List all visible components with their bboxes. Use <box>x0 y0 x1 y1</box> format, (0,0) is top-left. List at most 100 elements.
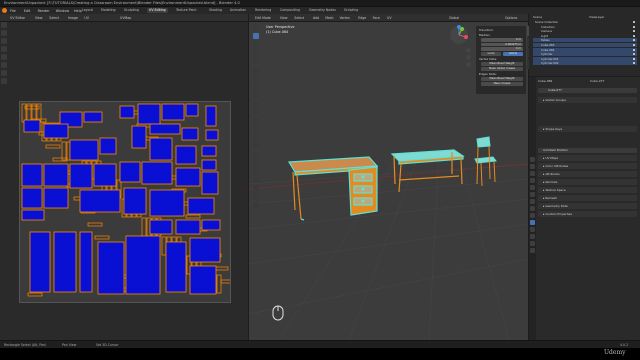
uv-tool-icon[interactable] <box>1 70 7 76</box>
vp-tool-icon[interactable] <box>253 151 259 158</box>
vp-menu-uv[interactable]: UV <box>387 16 392 20</box>
eye-icon[interactable] <box>632 48 635 51</box>
outliner-row[interactable]: Cylinder.002 <box>533 61 637 66</box>
eye-icon[interactable] <box>632 62 635 65</box>
uv-menu-uv[interactable]: UV <box>84 16 89 20</box>
panel-normals[interactable]: ▸ Normals <box>538 179 637 185</box>
vp-tool-icon[interactable] <box>253 32 259 39</box>
menu-edit[interactable]: Edit <box>24 9 31 13</box>
menu-render[interactable]: Render <box>38 9 50 13</box>
outliner-row[interactable]: Scene Collection <box>533 20 637 24</box>
median-y-field[interactable]: 0.064275 m <box>481 42 523 46</box>
local-toggle[interactable]: Local <box>481 52 501 56</box>
median-x-field[interactable]: 0 m <box>481 38 523 42</box>
tab-modeling[interactable]: Modeling <box>99 8 118 13</box>
vp-tool-icon[interactable] <box>253 126 259 132</box>
tab-scripting[interactable]: Scripting <box>342 8 360 13</box>
outliner-row[interactable]: Tables <box>533 38 637 43</box>
vp-tool-icon[interactable] <box>253 109 259 115</box>
panel-texture-space[interactable]: ▸ Texture Space <box>538 187 637 193</box>
uv-tool-icon[interactable] <box>1 30 7 36</box>
blender-logo-icon[interactable] <box>2 8 7 13</box>
camera-icon[interactable] <box>466 62 471 67</box>
global-toggle[interactable]: Global <box>503 52 523 56</box>
properties-tab-icon[interactable] <box>530 213 535 218</box>
zoom-icon[interactable] <box>466 48 471 53</box>
mean-bevel-weight-vertex[interactable]: Mean Bevel Weight <box>481 62 523 66</box>
eye-icon[interactable] <box>632 25 635 28</box>
properties-tab-icon[interactable] <box>530 185 535 190</box>
outliner-row[interactable]: Cylinder.001 <box>533 56 637 61</box>
properties-tab-icon[interactable] <box>530 241 535 246</box>
vp-menu-view[interactable]: View <box>280 16 288 20</box>
menu-file[interactable]: File <box>10 9 16 13</box>
vp-tool-icon[interactable] <box>253 143 259 149</box>
vp-tool-icon[interactable] <box>253 194 259 200</box>
vp-tool-icon[interactable] <box>253 117 259 124</box>
outliner-row[interactable]: Light <box>533 34 637 38</box>
menu-window[interactable]: Window <box>56 9 69 13</box>
properties-tab-icon[interactable] <box>530 178 535 183</box>
gizmo-axis-icon[interactable] <box>448 24 470 46</box>
vp-tool-icon[interactable] <box>253 134 259 141</box>
properties-tab-icon[interactable] <box>530 248 535 253</box>
eye-icon[interactable] <box>632 53 635 56</box>
eye-icon[interactable] <box>632 57 635 60</box>
mean-crease[interactable]: Mean Crease <box>481 82 523 86</box>
vp-menu-add[interactable]: Add <box>313 16 319 20</box>
eye-icon[interactable] <box>632 21 635 23</box>
uv-tool-icon[interactable] <box>1 78 7 84</box>
vp-tool-icon[interactable] <box>253 177 259 183</box>
uv-canvas[interactable] <box>19 101 231 303</box>
vp-tool-icon[interactable] <box>253 185 259 192</box>
properties-tab-icon[interactable] <box>530 234 535 239</box>
vp-tool-icon[interactable] <box>253 49 259 56</box>
vp-tool-icon[interactable] <box>253 24 259 30</box>
vp-menu-face[interactable]: Face <box>373 16 380 20</box>
vp-tool-icon[interactable] <box>253 160 259 166</box>
uv-tool-icon[interactable] <box>1 22 7 28</box>
tab-uv-editing[interactable]: UV Editing <box>147 8 168 13</box>
tab-shading[interactable]: Shading <box>207 8 224 13</box>
properties-tab-icon[interactable] <box>530 199 535 204</box>
vp-menu-edge[interactable]: Edge <box>358 16 366 20</box>
panel-remesh[interactable]: ▸ Remesh <box>538 195 637 201</box>
vp-right-options[interactable]: Options <box>505 16 517 20</box>
tab-geometry-nodes[interactable]: Geometry Nodes <box>307 8 338 13</box>
add-rest-position-button[interactable]: Add Rest Position <box>538 148 637 153</box>
uv-tool-icon[interactable] <box>1 38 7 44</box>
uv-menu-select[interactable]: Select <box>49 16 59 20</box>
tab-texture-paint[interactable]: Texture Paint <box>174 8 199 13</box>
vp-tool-icon[interactable] <box>253 100 259 107</box>
vp-right-global[interactable]: Global <box>449 16 459 20</box>
properties-tab-icon[interactable] <box>530 157 535 162</box>
tab-sculpting[interactable]: Sculpting <box>122 8 141 13</box>
outliner-row[interactable]: Camera <box>533 29 637 33</box>
outliner-row[interactable]: Cube.084 <box>533 47 637 52</box>
eye-icon[interactable] <box>632 44 635 46</box>
tab-layout[interactable]: Layout <box>80 8 95 13</box>
mean-vertex-crease[interactable]: Mean Vertex Crease <box>481 67 523 71</box>
vp-tool-icon[interactable] <box>253 202 259 209</box>
hand-icon[interactable] <box>466 55 471 60</box>
vp-menu-select[interactable]: Select <box>294 16 304 20</box>
uv-menu-view[interactable]: View <box>35 16 43 20</box>
data-name-field[interactable]: Cube.077 <box>590 79 604 83</box>
vp-menu-vertex[interactable]: Vertex <box>340 16 350 20</box>
properties-tab-icon[interactable] <box>530 164 535 169</box>
vp-tool-icon[interactable] <box>253 92 259 98</box>
uv-tool-icon[interactable] <box>1 62 7 68</box>
outliner-row[interactable]: Collection <box>533 25 637 29</box>
panel-vertex-groups[interactable]: ▸ Vertex Groups <box>538 97 637 103</box>
uv-tool-icon[interactable] <box>1 54 7 60</box>
properties-tab-icon[interactable] <box>530 192 535 197</box>
uv-tool-icon[interactable] <box>1 46 7 52</box>
panel-custom-properties[interactable]: ▸ Custom Properties <box>538 211 637 217</box>
mean-bevel-weight-edge[interactable]: Mean Bevel Weight <box>481 77 523 81</box>
vp-tool-icon[interactable] <box>253 83 259 90</box>
panel-attributes[interactable]: ▸ Attributes <box>538 171 637 177</box>
object-name-field[interactable]: Cube.084 <box>538 79 552 83</box>
panel-geometry-data[interactable]: ▸ Geometry Data <box>538 203 637 209</box>
tab-rendering[interactable]: Rendering <box>253 8 273 13</box>
panel-uv-maps[interactable]: ▸ UV Maps <box>538 155 637 161</box>
